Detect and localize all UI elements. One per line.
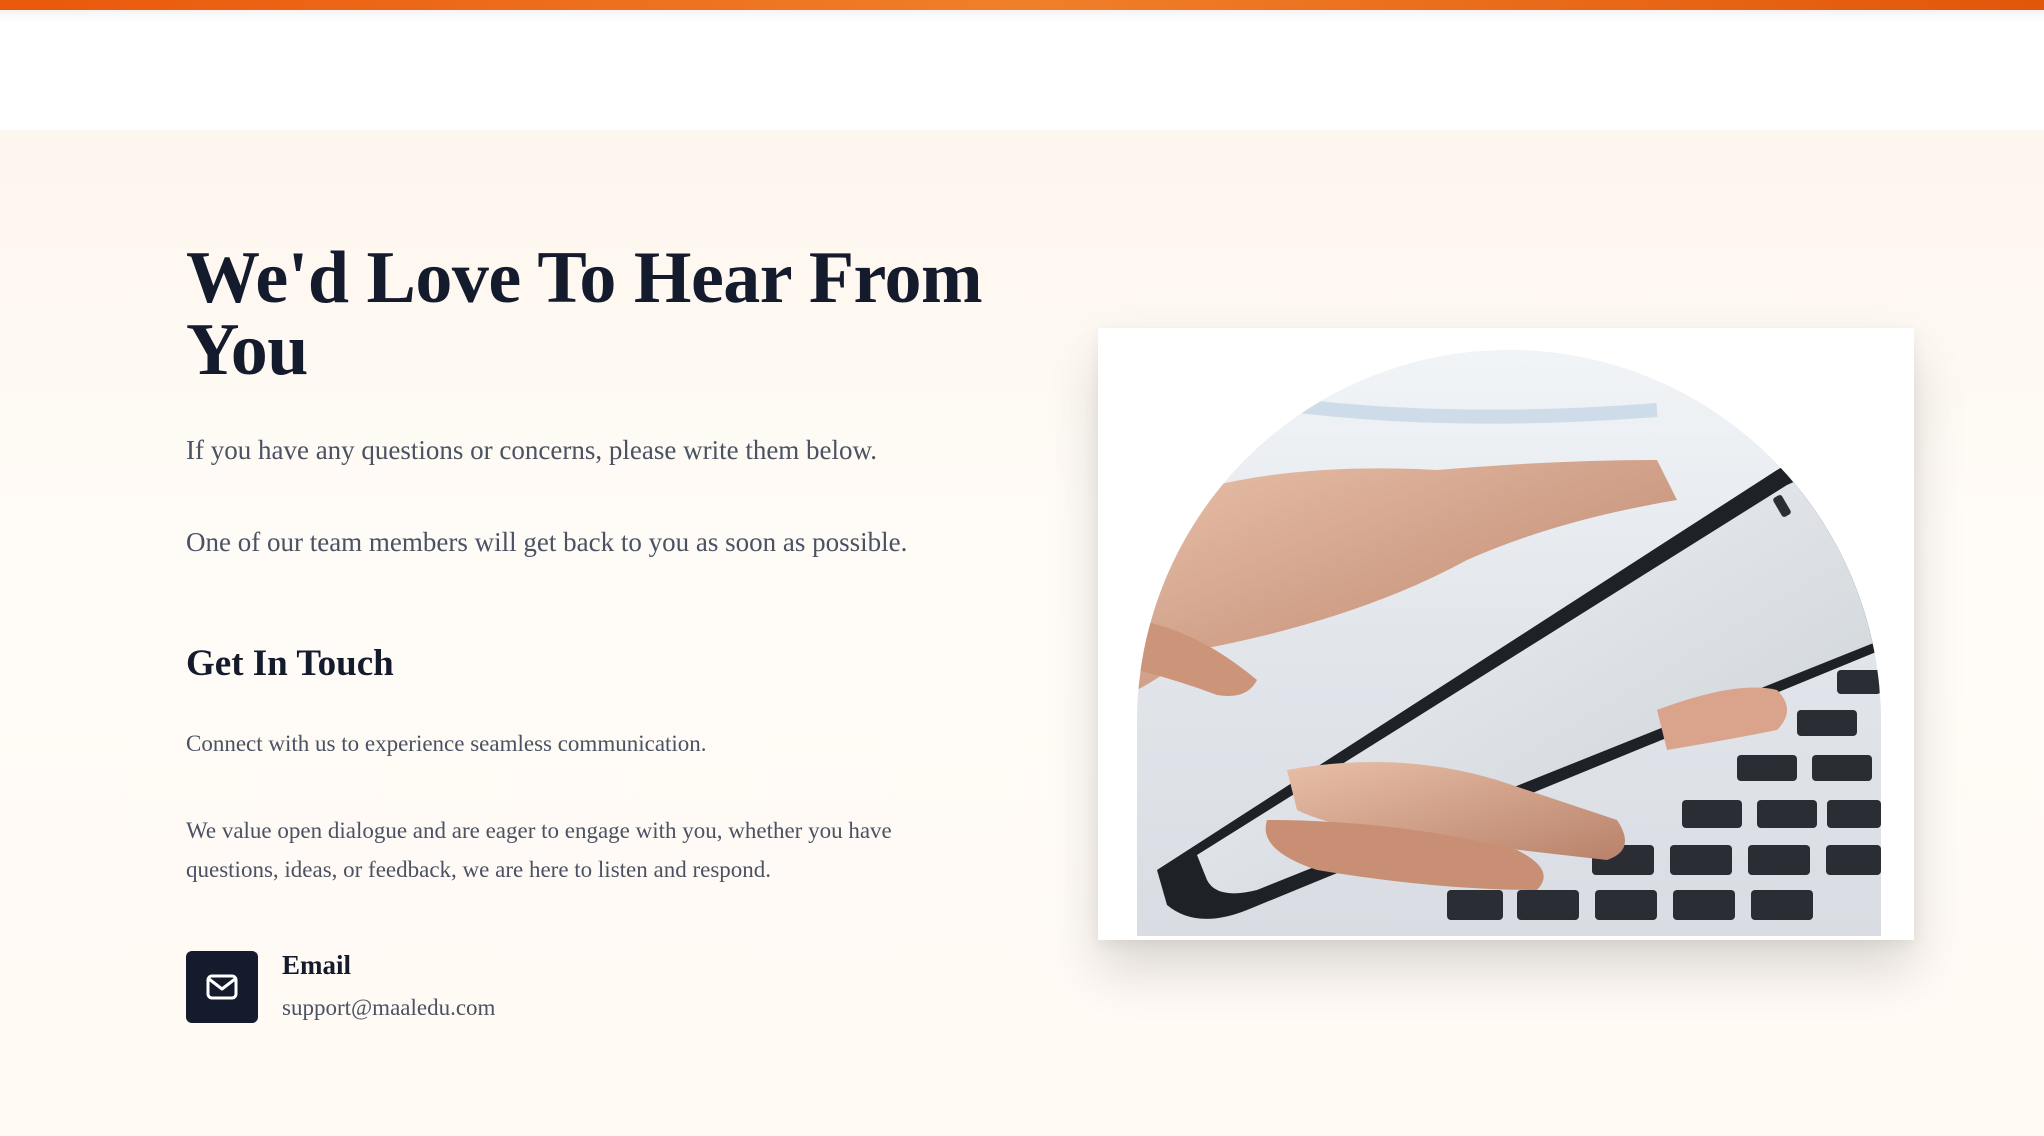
mail-icon (186, 951, 258, 1023)
email-text-group: Email support@maaledu.com (282, 945, 495, 1025)
email-contact: Email support@maaledu.com (186, 950, 986, 1025)
contact-photo (1137, 350, 1881, 936)
intro-text: If you have any questions or concerns, p… (186, 435, 878, 465)
contact-description-secondary: We value open dialogue and are eager to … (186, 818, 892, 882)
email-label: Email (282, 950, 352, 980)
email-address-link[interactable]: support@maaledu.com (282, 991, 495, 1025)
contact-section: We'd Love To Hear From You If you have a… (0, 130, 2044, 1136)
contact-image-card (1098, 328, 1914, 940)
site-header (0, 10, 2044, 130)
top-accent-bar (0, 0, 2044, 10)
intro-text-secondary: One of our team members will get back to… (186, 527, 908, 557)
page-title: We'd Love To Hear From You (186, 237, 983, 391)
get-in-touch-heading: Get In Touch (186, 643, 394, 684)
contact-description: Connect with us to experience seamless c… (186, 731, 707, 756)
contact-info: We'd Love To Hear From You If you have a… (186, 237, 986, 1025)
